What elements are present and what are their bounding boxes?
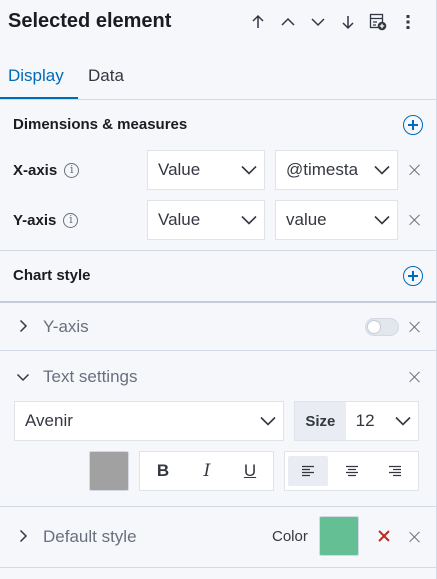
remove-x-axis-icon[interactable] (408, 163, 422, 177)
default-style-accordion-title[interactable]: Default style (43, 527, 137, 547)
add-chart-style-icon[interactable] (403, 266, 423, 286)
tab-data[interactable]: Data (88, 66, 124, 86)
chart-style-section-title: Chart style (13, 267, 91, 284)
chevron-down-icon (234, 160, 264, 180)
clear-color-icon[interactable] (377, 529, 391, 543)
size-value: 12 (355, 411, 375, 430)
sidebar-panel: Selected element Display Data Dimensions… (0, 0, 437, 579)
x-axis-field-select[interactable]: @timesta (275, 150, 398, 190)
align-left-icon[interactable] (288, 456, 328, 486)
chevron-up-icon[interactable] (278, 12, 298, 32)
align-center-icon[interactable] (332, 456, 372, 486)
remove-text-settings-icon[interactable] (408, 370, 422, 384)
section-divider (0, 301, 436, 303)
chevron-right-icon[interactable] (16, 319, 30, 333)
arrow-up-icon[interactable] (248, 12, 268, 32)
more-vertical-icon[interactable] (398, 12, 418, 32)
x-axis-field-value: @timesta (286, 160, 359, 179)
tab-bar: Display Data (0, 56, 436, 100)
y-axis-field-value: value (286, 210, 327, 229)
x-axis-label-text: X-axis (13, 162, 58, 179)
remove-y-axis-icon[interactable] (408, 213, 422, 227)
dimensions-section-title: Dimensions & measures (13, 116, 188, 133)
size-label: Size (295, 402, 346, 440)
font-family-select[interactable]: Avenir (14, 401, 284, 441)
font-family-value: Avenir (25, 411, 73, 430)
y-axis-function-select[interactable]: Value (147, 200, 265, 240)
remove-y-axis-style-icon[interactable] (408, 320, 422, 334)
add-element-icon[interactable] (368, 12, 388, 32)
section-divider (0, 350, 436, 351)
y-axis-function-value: Value (158, 210, 201, 229)
y-axis-toggle[interactable] (365, 318, 399, 336)
section-divider (0, 250, 436, 251)
italic-button[interactable]: I (187, 456, 227, 486)
toggle-knob (367, 320, 381, 334)
x-axis-function-select[interactable]: Value (147, 150, 265, 190)
chevron-down-icon (234, 210, 264, 230)
underline-button[interactable]: U (230, 456, 270, 486)
color-label: Color (272, 528, 308, 545)
remove-default-style-icon[interactable] (408, 530, 422, 544)
section-divider (0, 506, 436, 507)
info-icon[interactable] (64, 163, 80, 178)
info-icon[interactable] (63, 213, 79, 228)
tab-display[interactable]: Display (8, 66, 64, 86)
chevron-down-icon (388, 411, 418, 431)
y-axis-label: Y-axis (13, 212, 79, 229)
y-axis-field-select[interactable]: value (275, 200, 398, 240)
chevron-down-icon[interactable] (16, 370, 30, 384)
y-axis-label-text: Y-axis (13, 212, 57, 229)
section-divider (0, 567, 436, 568)
active-tab-indicator (0, 97, 78, 99)
bold-button[interactable]: B (143, 456, 183, 486)
chevron-down-icon (367, 210, 397, 230)
x-axis-label: X-axis (13, 162, 80, 179)
text-settings-accordion-title[interactable]: Text settings (43, 367, 138, 387)
default-color-swatch[interactable] (319, 516, 359, 556)
chevron-down-icon (253, 411, 283, 431)
chevron-right-icon[interactable] (16, 529, 30, 543)
text-format-group: B I U (139, 451, 274, 491)
add-dimension-icon[interactable] (403, 115, 423, 135)
y-axis-accordion-title[interactable]: Y-axis (43, 317, 89, 337)
panel-title: Selected element (8, 10, 172, 32)
arrow-down-icon[interactable] (338, 12, 358, 32)
align-right-icon[interactable] (375, 456, 415, 486)
panel-header: Selected element (0, 0, 436, 50)
text-color-swatch[interactable] (89, 451, 129, 491)
font-size-select[interactable]: Size 12 (294, 401, 419, 441)
x-axis-function-value: Value (158, 160, 201, 179)
chevron-down-icon (367, 160, 397, 180)
text-align-group (284, 451, 419, 491)
chevron-down-icon[interactable] (308, 12, 328, 32)
